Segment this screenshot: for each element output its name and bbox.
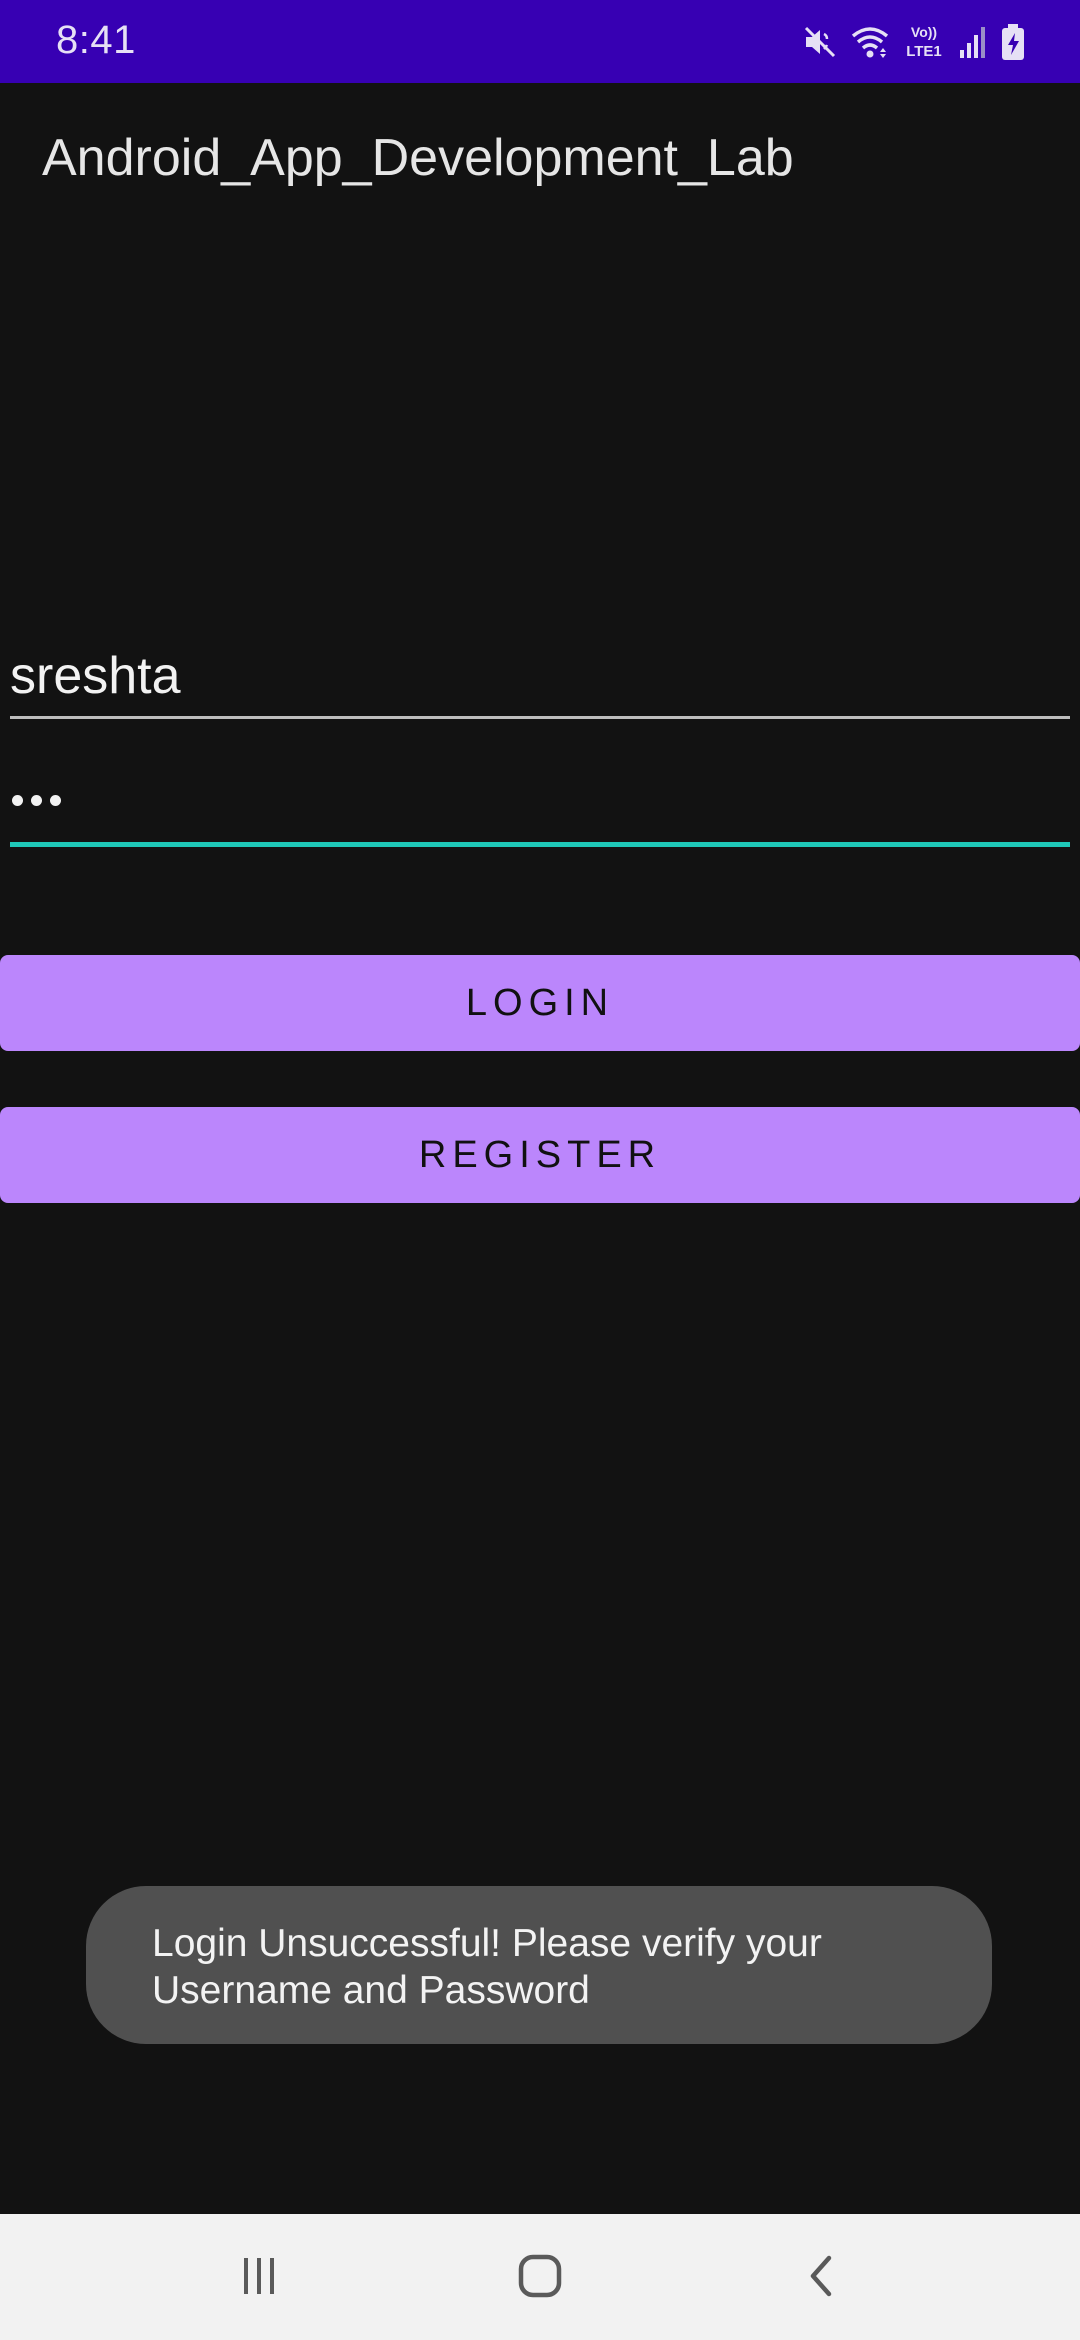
register-button[interactable]: REGISTER (0, 1107, 1080, 1203)
volte-lte-icon: Vo)) LTE1 (902, 22, 946, 62)
home-icon (516, 2252, 564, 2305)
password-dot (50, 795, 61, 806)
password-field[interactable] (10, 760, 1070, 847)
password-dot (12, 795, 23, 806)
error-toast: Login Unsuccessful! Please verify your U… (86, 1886, 992, 2044)
svg-text:LTE1: LTE1 (906, 43, 942, 60)
mute-icon (802, 24, 838, 60)
signal-icon (958, 24, 988, 60)
battery-charging-icon (1000, 23, 1026, 61)
home-button[interactable] (500, 2238, 580, 2318)
recents-icon (237, 2254, 281, 2303)
toast-message-line-2: Username and Password (152, 1969, 590, 2012)
app-title: Android_App_Development_Lab (42, 129, 794, 187)
toast-message-line-1: Login Unsuccessful! Please verify your (152, 1922, 822, 1965)
status-bar: 8:41 Vo)) LTE1 (0, 0, 1080, 83)
svg-text:Vo)): Vo)) (911, 24, 937, 40)
wifi-icon (850, 24, 890, 60)
status-icons: Vo)) LTE1 (802, 18, 1026, 66)
navigation-bar (0, 2214, 1080, 2340)
back-icon (799, 2252, 843, 2305)
recents-button[interactable] (219, 2238, 299, 2318)
status-time: 8:41 (56, 18, 136, 62)
back-button[interactable] (781, 2238, 861, 2318)
username-field[interactable]: sreshta (10, 640, 1070, 719)
password-masked-value (12, 795, 61, 806)
username-value: sreshta (10, 647, 181, 705)
password-dot (31, 795, 42, 806)
login-button[interactable]: LOGIN (0, 955, 1080, 1051)
